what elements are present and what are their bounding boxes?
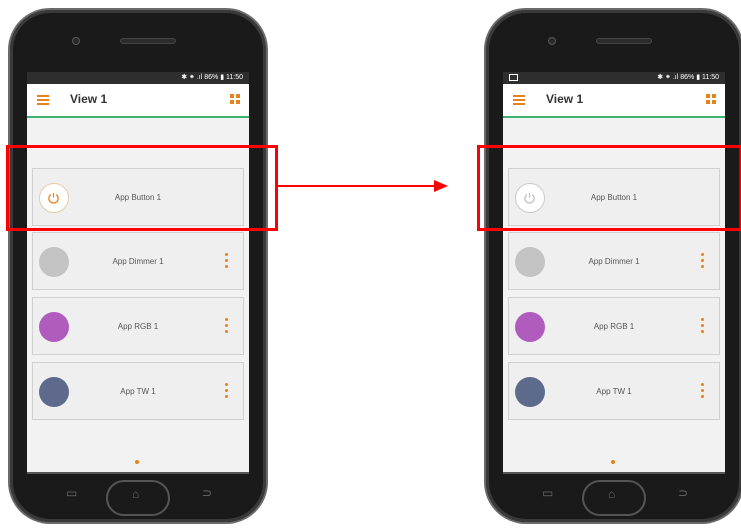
speaker-grill <box>596 38 652 44</box>
speaker-grill <box>120 38 176 44</box>
bottom-divider <box>27 472 249 474</box>
recent-apps-icon[interactable]: ▭ <box>542 486 553 500</box>
app-tw-card[interactable]: App TW 1 <box>32 362 244 420</box>
page-title: View 1 <box>70 92 108 106</box>
app-bar: View 1 <box>503 84 725 118</box>
grid-icon[interactable] <box>230 94 240 104</box>
card-label: App TW 1 <box>596 387 632 396</box>
more-vertical-icon[interactable] <box>225 383 229 401</box>
highlight-box-left <box>6 145 278 231</box>
back-icon[interactable]: ⊃ <box>202 486 212 500</box>
phone-left: ✱ ⁕ .ıl 86% ▮ 11:50 View 1 App Button 1 … <box>10 10 266 522</box>
camera-icon <box>548 37 556 45</box>
home-icon: ⌂ <box>608 487 616 501</box>
status-bar: ✱ ⁕ .ıl 86% ▮ 11:50 <box>27 72 249 84</box>
more-vertical-icon[interactable] <box>225 318 229 336</box>
status-text: ✱ ⁕ .ıl 86% ▮ 11:50 <box>657 74 719 81</box>
recent-apps-icon[interactable]: ▭ <box>66 486 77 500</box>
camera-icon <box>72 37 80 45</box>
menu-icon[interactable] <box>513 95 525 105</box>
card-label: App TW 1 <box>120 387 156 396</box>
app-rgb-card[interactable]: App RGB 1 <box>32 297 244 355</box>
card-label: App Dimmer 1 <box>588 257 640 266</box>
card-label: App Dimmer 1 <box>112 257 164 266</box>
grid-icon[interactable] <box>706 94 716 104</box>
screen-right: ✱ ⁕ .ıl 86% ▮ 11:50 View 1 App Button 1 … <box>503 72 725 474</box>
more-vertical-icon[interactable] <box>701 383 705 401</box>
status-bar: ✱ ⁕ .ıl 86% ▮ 11:50 <box>503 72 725 84</box>
phone-right: ✱ ⁕ .ıl 86% ▮ 11:50 View 1 App Button 1 … <box>486 10 741 522</box>
more-vertical-icon[interactable] <box>225 253 229 271</box>
tw-indicator[interactable] <box>515 377 545 407</box>
more-vertical-icon[interactable] <box>701 318 705 336</box>
app-tw-card[interactable]: App TW 1 <box>508 362 720 420</box>
bottom-divider <box>503 472 725 474</box>
arrow-line <box>276 185 436 187</box>
dimmer-indicator[interactable] <box>515 247 545 277</box>
app-bar: View 1 <box>27 84 249 118</box>
status-text: ✱ ⁕ .ıl 86% ▮ 11:50 <box>181 74 243 81</box>
screen-left: ✱ ⁕ .ıl 86% ▮ 11:50 View 1 App Button 1 … <box>27 72 249 474</box>
page-title: View 1 <box>546 92 584 106</box>
tw-indicator[interactable] <box>39 377 69 407</box>
menu-icon[interactable] <box>37 95 49 105</box>
card-label: App RGB 1 <box>593 322 635 331</box>
notification-icon <box>509 74 518 81</box>
highlight-box-right <box>477 145 741 231</box>
app-dimmer-card[interactable]: App Dimmer 1 <box>508 232 720 290</box>
rgb-indicator[interactable] <box>39 312 69 342</box>
app-dimmer-card[interactable]: App Dimmer 1 <box>32 232 244 290</box>
page-indicator <box>135 460 139 464</box>
home-icon: ⌂ <box>132 487 140 501</box>
rgb-indicator[interactable] <box>515 312 545 342</box>
page-indicator <box>611 460 615 464</box>
more-vertical-icon[interactable] <box>701 253 705 271</box>
back-icon[interactable]: ⊃ <box>678 486 688 500</box>
arrow-head <box>434 180 448 192</box>
app-rgb-card[interactable]: App RGB 1 <box>508 297 720 355</box>
card-label: App RGB 1 <box>117 322 159 331</box>
dimmer-indicator[interactable] <box>39 247 69 277</box>
